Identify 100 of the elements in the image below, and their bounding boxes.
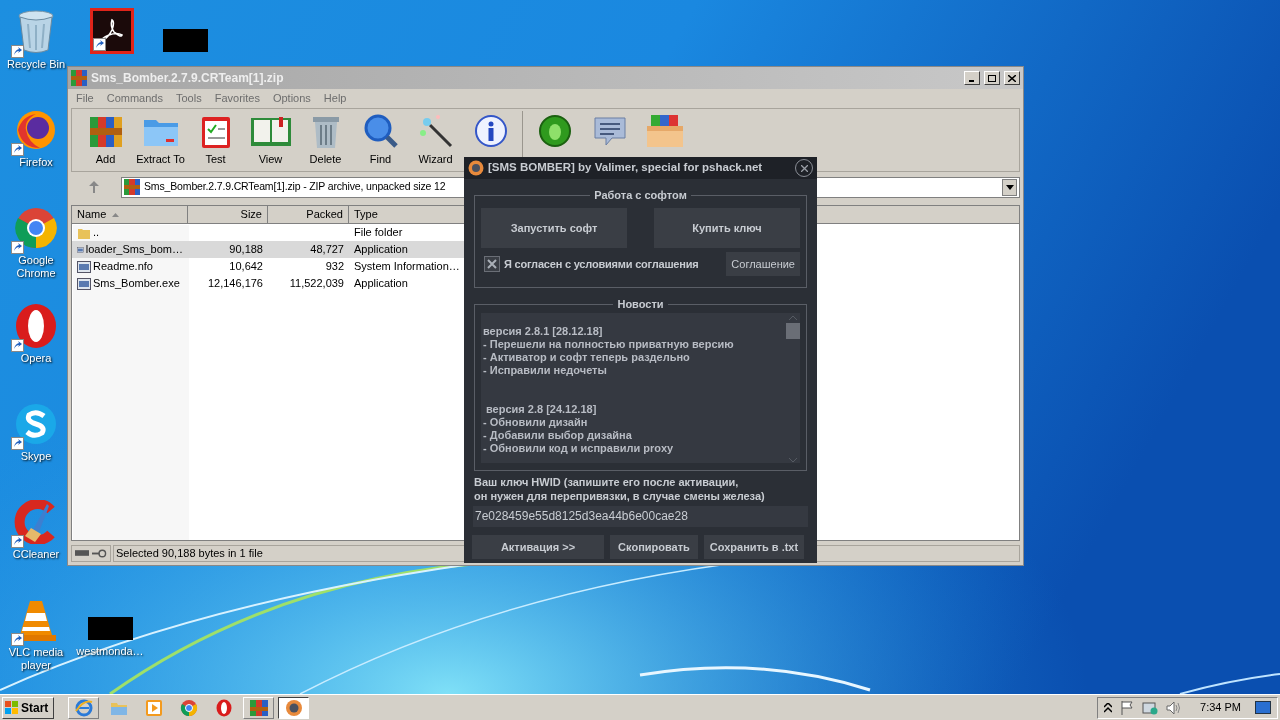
toolbar-button[interactable]: Add xyxy=(78,111,133,167)
books-icon xyxy=(248,698,269,717)
start-button[interactable]: Start xyxy=(2,696,54,719)
chevron-up-icon xyxy=(1104,702,1113,713)
shortcut-arrow-icon xyxy=(93,38,106,51)
menu-item[interactable]: Options xyxy=(272,90,311,107)
column-header[interactable]: Name xyxy=(72,206,188,224)
hwid-label: он нужен для перепривязки, в случае смены железа) xyxy=(474,489,766,503)
toolbar-label: Add xyxy=(95,151,116,167)
toolbar-button[interactable]: Test xyxy=(188,111,243,167)
toolbar-button[interactable]: View xyxy=(243,111,298,167)
table-cell: 11,522,039 xyxy=(289,277,344,289)
chrome-icon xyxy=(14,206,58,250)
dropdown-button[interactable] xyxy=(1002,178,1017,196)
table-cell: Application xyxy=(354,277,408,289)
maximize-icon xyxy=(988,74,996,82)
toolbar-button[interactable]: Delete xyxy=(298,111,353,167)
table-cell: 90,188 xyxy=(229,243,263,255)
toolbar-label: Delete xyxy=(309,151,342,167)
caret-icon xyxy=(1005,184,1014,190)
hwid-field[interactable]: 7e028459e55d8125d3ea44b6e00cae28 xyxy=(473,506,808,527)
chevron-up-icon xyxy=(789,315,797,320)
magnifier-icon xyxy=(362,112,399,149)
books-icon xyxy=(124,179,140,195)
shortcut-arrow-icon xyxy=(11,339,24,352)
taskbar-button[interactable] xyxy=(278,696,309,719)
file-row[interactable]: Sms_Bomber.exe 12,146,176 11,522,039 Application xyxy=(72,275,464,292)
news-heading: версия 2.8 [24.12.18] xyxy=(485,403,598,416)
desktop-icon-label: Skype xyxy=(19,450,53,463)
news-item: - Исправили недочеты xyxy=(483,364,608,377)
toolbar-button[interactable]: Find xyxy=(353,111,408,167)
table-cell: 12,146,176 xyxy=(207,277,263,289)
news-item: - Обновили код и исправили proxy xyxy=(483,442,675,455)
flag-icon xyxy=(1120,700,1135,715)
desktop-icon-label: Google Chrome xyxy=(15,254,57,280)
clock: 7:34 PM xyxy=(1200,700,1241,716)
media-player-icon xyxy=(144,698,163,717)
browser-e-icon xyxy=(74,698,93,717)
dialog-title: [SMS BOMBER] by Valimer, special for pshack.net xyxy=(488,160,764,176)
cross-icon xyxy=(487,259,497,269)
toolbar-button[interactable]: Extract To xyxy=(133,111,188,167)
dialog-button[interactable]: Купить ключ xyxy=(654,208,800,248)
file-row[interactable]: .. File folder xyxy=(72,224,464,241)
desktop-shortcut[interactable] xyxy=(90,8,134,54)
news-item: - Обновили дизайн xyxy=(483,416,589,429)
column-header[interactable]: Size xyxy=(188,206,268,224)
table-cell: Application xyxy=(354,243,408,255)
table-cell: File folder xyxy=(354,226,403,238)
file-name: Readme.nfo xyxy=(93,259,153,274)
speaker-icon xyxy=(1166,700,1183,715)
shortcut-arrow-icon xyxy=(11,143,24,156)
column-header[interactable]: Packed xyxy=(268,206,349,224)
dialog-button[interactable]: Сохранить в .txt xyxy=(704,535,804,559)
table-cell: 10,642 xyxy=(229,260,263,272)
window-title: Sms_Bomber.2.7.9.CRTeam[1].zip xyxy=(91,70,285,87)
file-icon xyxy=(77,259,91,274)
recycle-bin-icon xyxy=(16,10,56,54)
show-desktop-icon xyxy=(1255,700,1271,715)
magic-wand-icon xyxy=(417,112,454,149)
file-name: .. xyxy=(93,225,100,240)
toolbar-label: Find xyxy=(369,151,392,167)
file-icon xyxy=(77,276,91,291)
dialog-button[interactable]: Активация >> xyxy=(472,535,604,559)
scroll-thumb[interactable] xyxy=(786,323,800,339)
menu-item[interactable]: Favorites xyxy=(214,90,260,107)
checkbox[interactable] xyxy=(484,256,500,272)
shortcut-arrow-icon xyxy=(11,633,24,646)
up-arrow-icon xyxy=(89,181,99,193)
skype-icon xyxy=(14,402,58,446)
maximize-button[interactable] xyxy=(984,71,1000,85)
speech-bubble-icon xyxy=(591,114,628,148)
shortcut-arrow-icon xyxy=(11,45,24,58)
app-icon xyxy=(284,698,303,717)
table-cell: 48,727 xyxy=(310,243,344,255)
file-row[interactable]: loader_Sms_bom… 90,188 48,727 Application xyxy=(72,241,464,258)
desktop-icon-label: Opera xyxy=(19,352,53,365)
drive-icon xyxy=(75,550,90,556)
redacted-icon[interactable] xyxy=(87,617,133,640)
dialog-button[interactable]: Запустить софт xyxy=(481,208,627,248)
address-text: Sms_Bomber.2.7.9.CRTeam[1].zip - ZIP archive, unpacked size 12 xyxy=(144,179,446,195)
news-item: - Добавили выбор дизайна xyxy=(483,429,633,442)
scrollbar[interactable] xyxy=(786,313,800,463)
dialog-button[interactable]: Соглашение xyxy=(726,252,800,276)
desktop-icon-label: CCleaner xyxy=(11,548,61,561)
toolbar-button[interactable]: Wizard xyxy=(408,111,463,167)
menu-item[interactable]: Tools xyxy=(176,90,202,107)
toolbar-label: Extract To xyxy=(136,151,185,167)
box-icon xyxy=(644,114,685,148)
desktop-icon-label: Firefox xyxy=(18,156,54,169)
network-icon xyxy=(1142,700,1159,715)
windows-logo-icon xyxy=(5,700,19,715)
file-name: loader_Sms_bom… xyxy=(85,242,183,257)
file-row[interactable]: Readme.nfo 10,642 932 System Information… xyxy=(72,258,464,275)
sort-arrow-icon xyxy=(112,212,120,217)
shortcut-arrow-icon xyxy=(11,241,24,254)
minimize-button[interactable] xyxy=(964,71,980,85)
menu-item[interactable]: Commands xyxy=(106,90,163,107)
dialog-button[interactable]: Скопировать xyxy=(610,535,698,559)
app-icon xyxy=(468,160,484,176)
shortcut-arrow-icon xyxy=(11,437,24,450)
